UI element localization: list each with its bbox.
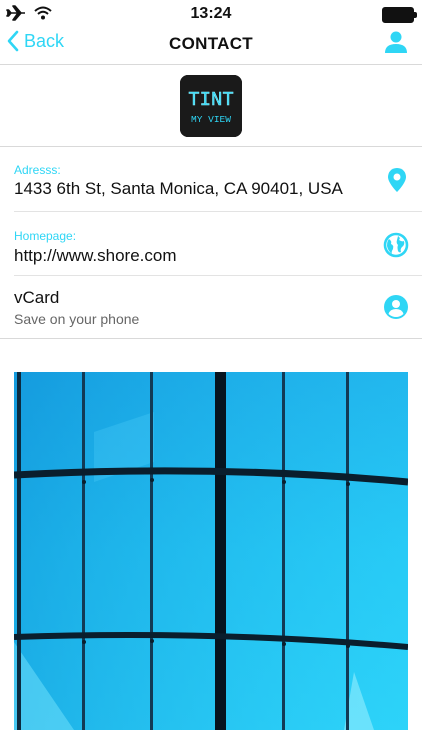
- app-logo: TINT MY VIEW: [180, 75, 242, 137]
- location-pin-icon[interactable]: [386, 167, 408, 198]
- nav-bar: Back CONTACT: [0, 28, 422, 65]
- logo-line1: TINT: [188, 89, 234, 111]
- page-title: CONTACT: [169, 34, 253, 53]
- homepage-row[interactable]: Homepage: http://www.shore.com: [0, 212, 422, 275]
- status-right: [382, 7, 417, 23]
- user-circle-icon[interactable]: [384, 295, 408, 324]
- homepage-label: Homepage:: [14, 229, 77, 243]
- homepage-value: http://www.shore.com: [14, 246, 177, 265]
- logo-graphic: TINT MY VIEW: [180, 75, 242, 137]
- logo-line2: MY VIEW: [191, 114, 231, 125]
- vcard-row[interactable]: vCard Save on your phone: [0, 276, 422, 338]
- address-value: 1433 6th St, Santa Monica, CA 90401, USA: [14, 179, 343, 198]
- address-row[interactable]: Adresss: 1433 6th St, Santa Monica, CA 9…: [0, 148, 422, 210]
- vcard-title: vCard: [14, 288, 60, 307]
- divider: [0, 146, 422, 147]
- address-label: Adresss:: [14, 163, 61, 177]
- globe-icon[interactable]: [383, 232, 409, 263]
- status-time: 13:24: [190, 5, 232, 22]
- status-bar: 13:24: [0, 0, 422, 28]
- divider: [0, 338, 422, 339]
- building-glass-image: [14, 372, 408, 730]
- battery-icon: [382, 7, 417, 23]
- vcard-subtitle: Save on your phone: [14, 311, 140, 327]
- user-icon: [385, 31, 407, 53]
- profile-button[interactable]: [384, 30, 408, 59]
